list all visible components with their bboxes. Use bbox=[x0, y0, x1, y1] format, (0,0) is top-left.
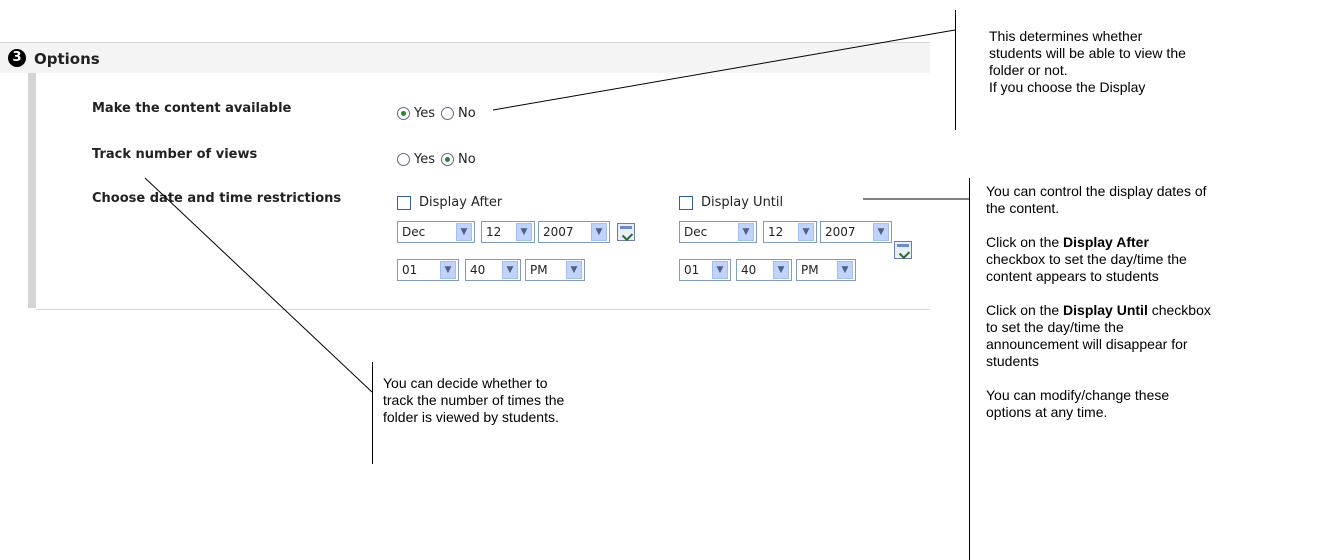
callout-text: announcement will disappear for bbox=[986, 336, 1188, 352]
callout-text: students bbox=[986, 353, 1039, 369]
callout-text: the content. bbox=[986, 200, 1060, 216]
callout-text: Click on the Display After bbox=[986, 234, 1149, 250]
callout-text: folder is viewed by students. bbox=[383, 409, 559, 425]
tracking-connector bbox=[144, 177, 373, 393]
callout-text: track the number of times the bbox=[383, 392, 565, 408]
callout-text: This determines whether bbox=[989, 28, 1143, 44]
callout-text: You can control the display dates of bbox=[986, 183, 1207, 199]
tracking-callout-bar bbox=[372, 362, 373, 464]
availability-callout: This determines whether students will be… bbox=[989, 28, 1186, 96]
callout-text: checkbox to set the day/time the bbox=[986, 251, 1187, 267]
callout-text: You can modify/change these bbox=[986, 387, 1170, 403]
callout-text: content appears to students bbox=[986, 268, 1159, 284]
callout-text: students will be able to view the bbox=[989, 45, 1186, 61]
availability-callout-bar bbox=[955, 10, 956, 130]
callout-text: folder or not. bbox=[989, 62, 1068, 78]
callout-text: options at any time. bbox=[986, 404, 1108, 420]
tracking-callout: You can decide whether to track the numb… bbox=[383, 375, 564, 426]
dates-callout-bar bbox=[969, 178, 970, 560]
callout-text: to set the day/time the bbox=[986, 319, 1124, 335]
dates-callout: You can control the display dates of the… bbox=[986, 183, 1338, 421]
callout-text: If you choose the Display bbox=[989, 79, 1146, 95]
callout-text: You can decide whether to bbox=[383, 375, 548, 391]
callout-text: Click on the Display Until checkbox bbox=[986, 302, 1211, 318]
availability-connector bbox=[492, 29, 956, 111]
